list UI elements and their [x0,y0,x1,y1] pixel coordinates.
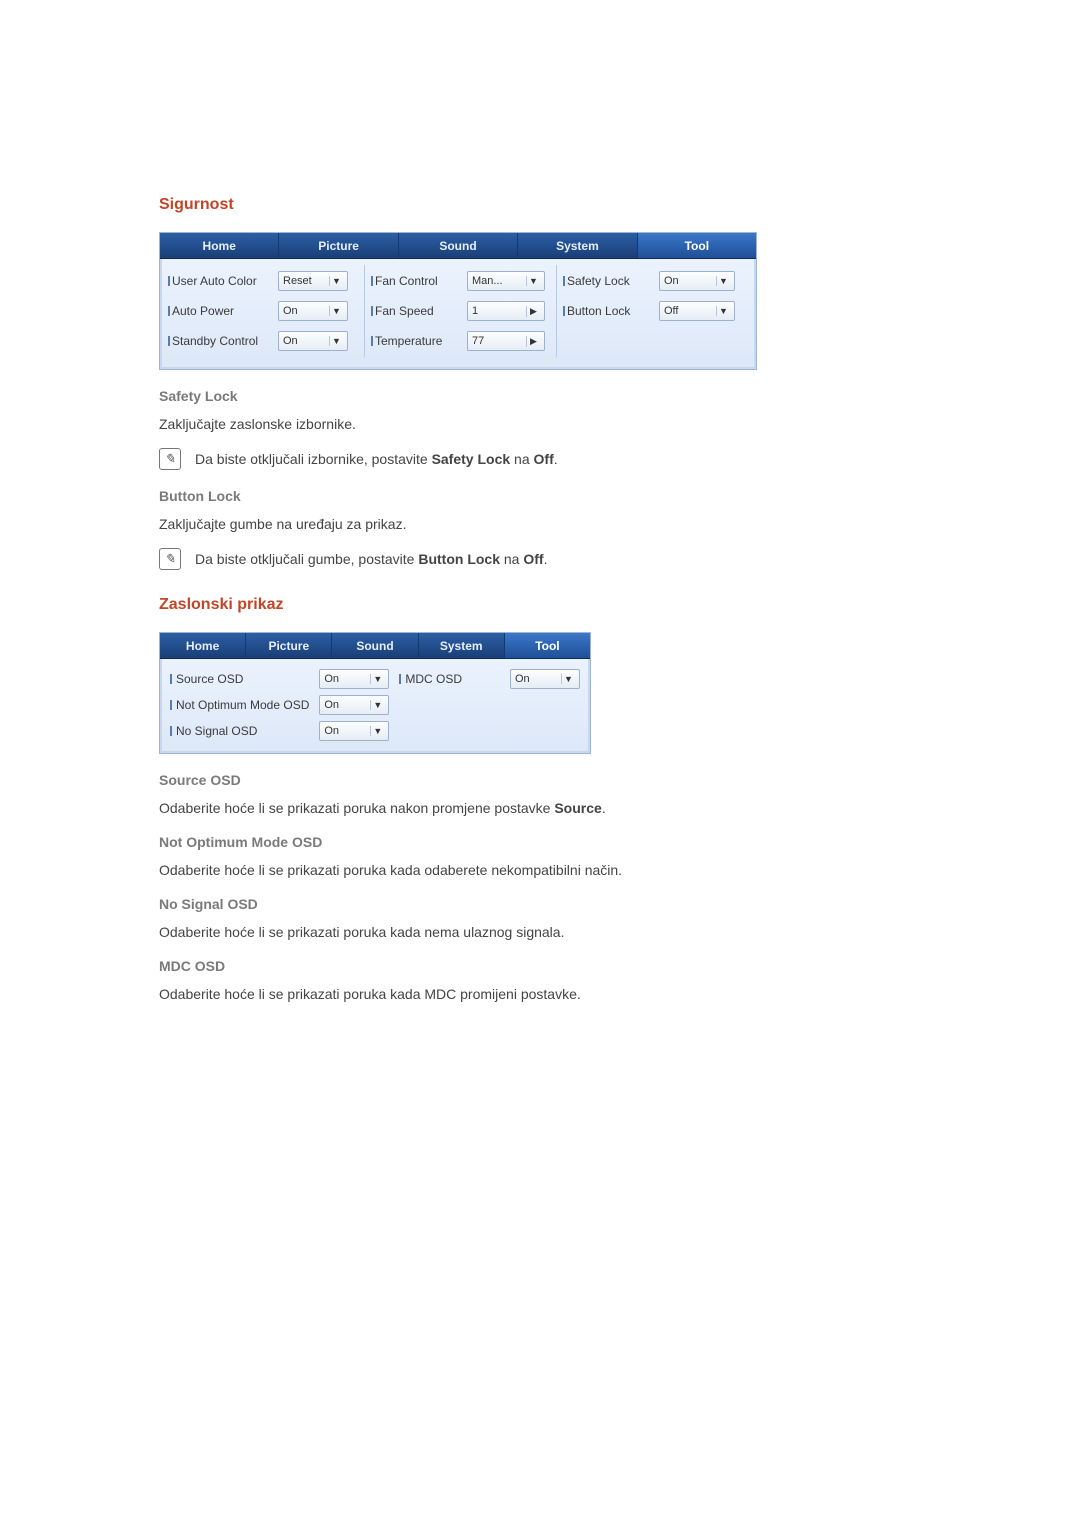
combo-no-signal[interactable]: On ▼ [319,721,389,741]
heading-safety-lock: Safety Lock [159,388,921,404]
combo-standby-control[interactable]: On ▼ [278,331,348,351]
label-fan-speed: Fan Speed [371,304,461,318]
label-user-auto-color: User Auto Color [168,274,272,288]
heading-button-lock: Button Lock [159,488,921,504]
label-safety-lock: Safety Lock [563,274,653,288]
section-title-sigurnost: Sigurnost [159,196,921,214]
osd-panel: Home Picture Sound System Tool Source OS… [159,632,591,754]
label-button-lock: Button Lock [563,304,653,318]
section-title-zaslonski: Zaslonski prikaz [159,596,921,614]
label-no-signal: No Signal OSD [170,724,309,738]
spin-fan-speed[interactable]: 1 ▶ [467,301,545,321]
combo-value: On [283,305,325,317]
body-safety-lock: Zaključajte zaslonske izbornike. [159,416,921,432]
combo-value: Reset [283,275,325,287]
combo-value: On [515,673,557,685]
note-text-post: . [554,451,558,467]
note-text-bold: Button Lock [418,551,500,567]
chevron-down-icon: ▼ [370,726,384,736]
chevron-right-icon: ▶ [526,306,540,317]
tab-system[interactable]: System [518,233,637,258]
label-mdc-osd: MDC OSD [399,672,500,686]
chevron-down-icon: ▼ [716,276,730,286]
spin-temperature[interactable]: 77 ▶ [467,331,545,351]
combo-button-lock[interactable]: Off ▼ [659,301,735,321]
tab-picture[interactable]: Picture [279,233,398,258]
combo-source-osd[interactable]: On ▼ [319,669,389,689]
note-text-pre: Da biste otključali izbornike, postavite [195,451,432,467]
label-source-osd: Source OSD [170,672,309,686]
tab-tool[interactable]: Tool [638,233,756,258]
tab-home[interactable]: Home [160,633,246,658]
tabbar-1: Home Picture Sound System Tool [160,233,756,259]
heading-mdc-osd: MDC OSD [159,958,921,974]
chevron-right-icon: ▶ [526,336,540,347]
tab-home[interactable]: Home [160,233,279,258]
spin-value: 77 [472,335,522,347]
combo-value: On [283,335,325,347]
body-post: . [602,800,606,816]
chevron-down-icon: ▼ [329,336,343,346]
note-text-post: . [544,551,548,567]
tabbar-2: Home Picture Sound System Tool [160,633,590,659]
chevron-down-icon: ▼ [329,306,343,316]
body-mdc-osd: Odaberite hoće li se prikazati poruka ka… [159,986,921,1002]
combo-user-auto-color[interactable]: Reset ▼ [278,271,348,291]
note-icon: ✎ [159,448,181,470]
spin-value: 1 [472,305,522,317]
heading-no-signal: No Signal OSD [159,896,921,912]
note-text-bold2: Off [523,551,543,567]
label-standby-control: Standby Control [168,334,272,348]
combo-mdc-osd[interactable]: On ▼ [510,669,580,689]
chevron-down-icon: ▼ [561,674,575,684]
combo-value: On [324,673,366,685]
combo-value: Man... [472,275,522,287]
tab-sound[interactable]: Sound [399,233,518,258]
heading-not-optimum: Not Optimum Mode OSD [159,834,921,850]
body-bold: Source [554,800,601,816]
label-not-optimum: Not Optimum Mode OSD [170,698,309,712]
label-fan-control: Fan Control [371,274,461,288]
note-button-lock: Da biste otključali gumbe, postavite But… [195,551,547,567]
note-text-mid: na [500,551,523,567]
body-source-osd: Odaberite hoće li se prikazati poruka na… [159,800,921,816]
note-text-bold: Safety Lock [432,451,511,467]
note-icon: ✎ [159,548,181,570]
security-panel: Home Picture Sound System Tool User Auto… [159,232,757,370]
combo-value: On [324,725,366,737]
chevron-down-icon: ▼ [526,276,540,286]
combo-value: On [324,699,366,711]
chevron-down-icon: ▼ [370,674,384,684]
body-not-optimum: Odaberite hoće li se prikazati poruka ka… [159,862,921,878]
tab-sound[interactable]: Sound [332,633,418,658]
body-no-signal: Odaberite hoće li se prikazati poruka ka… [159,924,921,940]
note-safety-lock: Da biste otključali izbornike, postavite… [195,451,558,467]
body-button-lock: Zaključajte gumbe na uređaju za prikaz. [159,516,921,532]
combo-value: On [664,275,712,287]
note-text-pre: Da biste otključali gumbe, postavite [195,551,418,567]
heading-source-osd: Source OSD [159,772,921,788]
note-text-mid: na [510,451,533,467]
tab-picture[interactable]: Picture [246,633,332,658]
note-text-bold2: Off [534,451,554,467]
tab-system[interactable]: System [419,633,505,658]
combo-value: Off [664,305,712,317]
combo-not-optimum[interactable]: On ▼ [319,695,389,715]
body-pre: Odaberite hoće li se prikazati poruka na… [159,800,554,816]
tab-tool[interactable]: Tool [505,633,590,658]
combo-safety-lock[interactable]: On ▼ [659,271,735,291]
combo-auto-power[interactable]: On ▼ [278,301,348,321]
label-temperature: Temperature [371,334,461,348]
label-auto-power: Auto Power [168,304,272,318]
chevron-down-icon: ▼ [716,306,730,316]
combo-fan-control[interactable]: Man... ▼ [467,271,545,291]
chevron-down-icon: ▼ [370,700,384,710]
chevron-down-icon: ▼ [329,276,343,286]
